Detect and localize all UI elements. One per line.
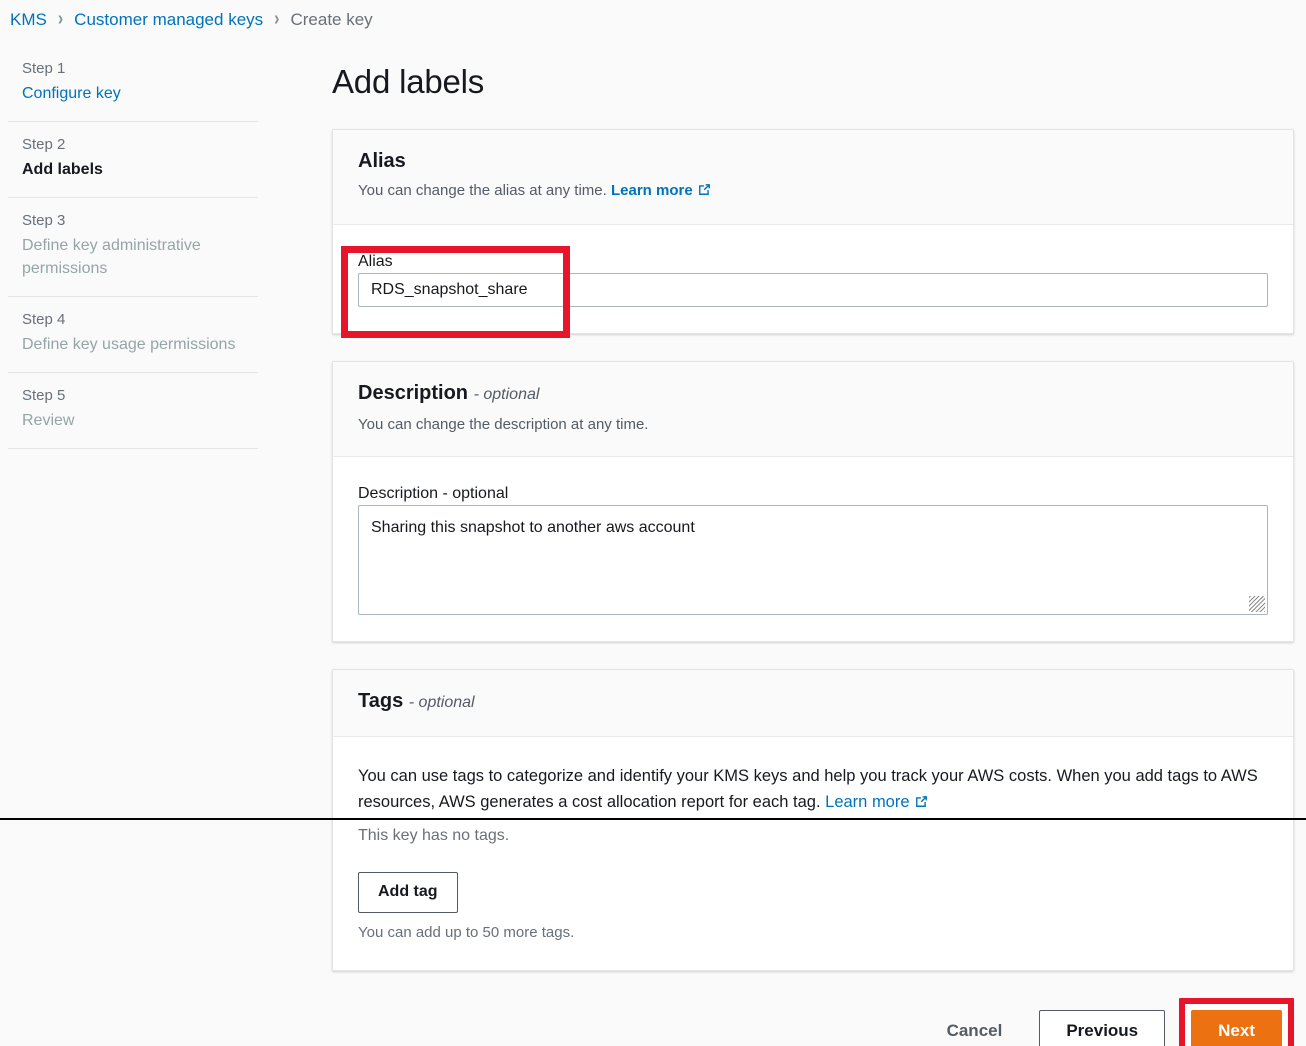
- description-card-subtitle: You can change the description at any ti…: [358, 414, 1268, 436]
- step-label: Configure key: [22, 82, 250, 105]
- external-link-icon: [697, 182, 712, 204]
- sidebar-step-review: Step 5 Review: [8, 373, 258, 449]
- description-title-text: Description: [358, 382, 468, 404]
- step-number: Step 4: [22, 309, 250, 330]
- step-number: Step 5: [22, 385, 250, 406]
- step-number: Step 1: [22, 58, 250, 79]
- sidebar-step-define-key-usage-permissions: Step 4 Define key usage permissions: [8, 297, 258, 373]
- step-number: Step 2: [22, 134, 250, 155]
- description-card-title: Description - optional: [358, 380, 1268, 408]
- description-card: Description - optional You can change th…: [332, 361, 1294, 642]
- next-button[interactable]: Next: [1191, 1010, 1282, 1046]
- tags-card-header: Tags - optional: [333, 670, 1293, 737]
- breadcrumb-item-kms[interactable]: KMS: [10, 10, 47, 30]
- tags-title-optional: - optional: [409, 694, 475, 711]
- tags-card-title: Tags - optional: [358, 688, 1268, 716]
- description-field-label: Description - optional: [358, 485, 508, 502]
- alias-card-subtitle: You can change the alias at any time. Le…: [358, 180, 1268, 204]
- step-label: Define key usage permissions: [22, 333, 250, 356]
- breadcrumb-separator-icon: ›: [274, 10, 279, 30]
- previous-button[interactable]: Previous: [1039, 1010, 1165, 1046]
- tags-card: Tags - optional You can use tags to cate…: [332, 669, 1294, 971]
- tags-description-text: You can use tags to categorize and ident…: [358, 767, 1258, 811]
- description-card-header: Description - optional You can change th…: [333, 362, 1293, 457]
- alias-card: Alias You can change the alias at any ti…: [332, 129, 1294, 334]
- sidebar-step-define-key-administrative-permissions: Step 3 Define key administrative permiss…: [8, 198, 258, 297]
- alias-field-label: Alias: [358, 253, 393, 270]
- tags-empty-message: This key has no tags.: [358, 825, 1268, 847]
- tags-learn-more-link[interactable]: Learn more: [825, 793, 909, 811]
- wizard-steps-sidebar: Step 1 Configure key Step 2 Add labels S…: [0, 46, 266, 1046]
- alias-learn-more-link[interactable]: Learn more: [611, 182, 693, 199]
- description-title-optional: - optional: [474, 386, 540, 403]
- description-textarea-wrap: [358, 505, 1268, 615]
- external-link-icon: [914, 791, 929, 817]
- tags-limit-hint: You can add up to 50 more tags.: [358, 922, 1268, 944]
- description-textarea[interactable]: [358, 505, 1268, 615]
- sidebar-step-configure-key[interactable]: Step 1 Configure key: [8, 46, 258, 122]
- alias-input[interactable]: [358, 273, 1268, 307]
- breadcrumb-separator-icon: ›: [58, 10, 63, 30]
- step-label: Define key administrative permissions: [22, 234, 250, 280]
- tags-description: You can use tags to categorize and ident…: [358, 763, 1258, 817]
- tags-title-text: Tags: [358, 690, 403, 712]
- description-card-body: Description - optional: [333, 457, 1293, 641]
- sidebar-step-add-labels[interactable]: Step 2 Add labels: [8, 122, 258, 198]
- alias-card-body: Alias: [333, 225, 1293, 333]
- alias-card-title: Alias: [358, 148, 1268, 174]
- step-label: Add labels: [22, 158, 250, 181]
- step-number: Step 3: [22, 210, 250, 231]
- main-content: Add labels Alias You can change the alia…: [332, 0, 1294, 971]
- wizard-footer-actions: Cancel Previous Next: [332, 998, 1294, 1046]
- create-key-page: KMS › Customer managed keys › Create key…: [0, 0, 1306, 1046]
- tags-card-body: You can use tags to categorize and ident…: [333, 737, 1293, 970]
- breadcrumb-item-customer-managed-keys[interactable]: Customer managed keys: [74, 10, 263, 30]
- alias-card-header: Alias You can change the alias at any ti…: [333, 130, 1293, 225]
- breadcrumb: KMS › Customer managed keys › Create key: [10, 6, 373, 34]
- add-tag-button[interactable]: Add tag: [358, 872, 458, 913]
- alias-subtitle-text: You can change the alias at any time.: [358, 182, 607, 199]
- cancel-button[interactable]: Cancel: [941, 1011, 1009, 1046]
- step-label: Review: [22, 409, 250, 432]
- page-title: Add labels: [332, 62, 1294, 102]
- next-button-highlight: Next: [1179, 998, 1294, 1046]
